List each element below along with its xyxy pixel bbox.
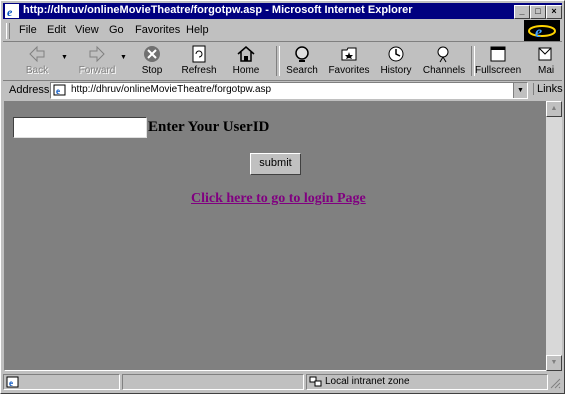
address-bar: Address e http://dhruv/onlineMovieTheatr… — [3, 80, 563, 100]
back-arrow-icon — [29, 45, 45, 63]
menu-bar: File Edit View Go Favorites Help e — [3, 20, 562, 42]
favorites-button[interactable]: Favorites — [326, 44, 372, 78]
address-label: Address — [9, 84, 50, 96]
svg-text:e: e — [7, 5, 13, 18]
refresh-button[interactable]: Refresh — [177, 44, 221, 78]
scroll-down-icon[interactable]: ▼ — [546, 355, 562, 371]
resize-grip-icon[interactable] — [549, 377, 561, 389]
ie-brand-icon: e — [528, 24, 556, 41]
page-content: Enter Your UserID submit Click here to g… — [4, 101, 546, 371]
address-url: http://dhruv/onlineMovieTheatre/forgotpw… — [71, 84, 272, 95]
back-label: Back — [25, 65, 49, 76]
stop-icon — [144, 46, 160, 62]
menu-edit[interactable]: Edit — [47, 24, 66, 36]
forward-dropdown-icon[interactable]: ▼ — [120, 54, 127, 61]
menu-help[interactable]: Help — [186, 24, 209, 36]
userid-input[interactable] — [13, 117, 147, 138]
window-title: http://dhruv/onlineMovieTheatre/forgotpw… — [23, 4, 413, 16]
favorites-icon — [341, 47, 357, 61]
mail-icon — [538, 47, 552, 61]
fullscreen-label: Fullscreen — [475, 65, 522, 76]
forward-arrow-icon — [89, 45, 105, 63]
mail-label: Mai — [538, 65, 555, 76]
search-button[interactable]: Search — [283, 44, 321, 78]
submit-button[interactable]: submit — [250, 153, 301, 175]
scroll-up-icon[interactable]: ▲ — [546, 101, 562, 117]
menu-favorites[interactable]: Favorites — [135, 24, 180, 36]
userid-label: Enter Your UserID — [148, 119, 270, 135]
channels-button[interactable]: Channels — [421, 44, 467, 78]
toolbar: Back ▼ Forward ▼ Stop Refresh Home Searc… — [3, 41, 562, 81]
fullscreen-button[interactable]: Fullscreen — [475, 44, 521, 78]
toolbar-separator — [276, 46, 280, 76]
history-button[interactable]: History — [377, 44, 415, 78]
svg-text:e: e — [56, 86, 60, 96]
home-button[interactable]: Home — [227, 44, 265, 78]
mail-button[interactable]: Mai — [529, 44, 561, 78]
back-button[interactable]: Back — [17, 44, 57, 78]
search-label: Search — [286, 65, 318, 76]
status-main-pane: e — [3, 374, 120, 390]
history-icon — [388, 46, 404, 62]
close-button[interactable]: × — [546, 5, 562, 19]
page-icon: e — [53, 84, 66, 96]
stop-button[interactable]: Stop — [133, 44, 171, 78]
channels-label: Channels — [422, 65, 466, 76]
vertical-scrollbar[interactable]: ▲ ▼ — [546, 101, 562, 371]
address-dropdown-icon[interactable]: ▼ — [513, 83, 527, 98]
title-bar: e http://dhruv/onlineMovieTheatre/forgot… — [3, 3, 562, 19]
ie-brand-logo: e — [524, 20, 560, 42]
ie-logo-icon: e — [5, 4, 19, 18]
back-dropdown-icon[interactable]: ▼ — [61, 54, 68, 61]
forward-label: Forward — [78, 65, 116, 76]
links-button[interactable]: Links — [533, 83, 563, 95]
maximize-button[interactable]: □ — [530, 5, 546, 19]
menu-grip — [6, 23, 10, 39]
refresh-label: Refresh — [181, 65, 217, 76]
fullscreen-icon — [490, 46, 506, 62]
history-label: History — [380, 65, 412, 76]
address-input[interactable]: e http://dhruv/onlineMovieTheatre/forgot… — [50, 82, 528, 99]
status-progress-pane — [122, 374, 304, 390]
intranet-zone-icon — [309, 376, 322, 387]
svg-text:e: e — [9, 378, 13, 388]
forward-button[interactable]: Forward — [75, 44, 119, 78]
minimize-button[interactable]: _ — [514, 5, 530, 19]
status-bar: e Local intranet zone — [3, 373, 562, 391]
svg-text:e: e — [535, 24, 542, 41]
home-label: Home — [232, 65, 260, 76]
channels-icon — [437, 46, 449, 63]
login-page-link[interactable]: Click here to go to login Page — [191, 191, 366, 207]
refresh-icon — [192, 45, 206, 63]
menu-file[interactable]: File — [19, 24, 37, 36]
menu-go[interactable]: Go — [109, 24, 124, 36]
browser-window: e http://dhruv/onlineMovieTheatre/forgot… — [0, 0, 565, 394]
search-icon — [295, 46, 309, 62]
stop-label: Stop — [141, 65, 163, 76]
favorites-label: Favorites — [328, 65, 370, 76]
page-status-icon: e — [6, 376, 19, 388]
zone-text: Local intranet zone — [325, 376, 410, 387]
home-icon — [237, 46, 255, 62]
menu-view[interactable]: View — [75, 24, 99, 36]
status-zone-pane: Local intranet zone — [306, 374, 548, 390]
